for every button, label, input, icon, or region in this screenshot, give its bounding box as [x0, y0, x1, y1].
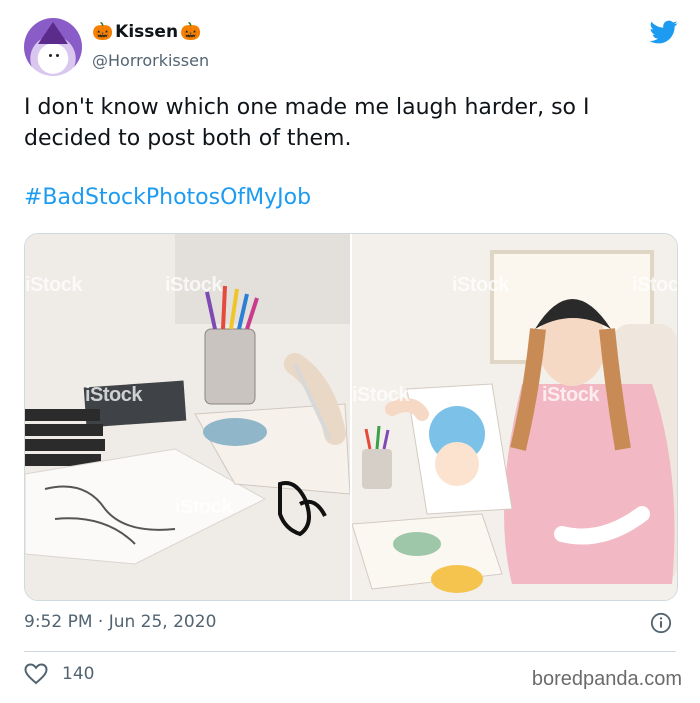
woman-with-drawing-illustration — [352, 234, 677, 600]
pumpkin-emoji: 🎃 — [92, 21, 114, 42]
info-icon[interactable] — [650, 612, 672, 634]
like-count: 140 — [62, 664, 95, 684]
watermark-text: iStock — [542, 384, 600, 406]
stock-photo-woman-drawing[interactable]: iStock iStock iStock iStock iStock — [352, 234, 677, 600]
watermark-text: iStock — [632, 274, 677, 296]
watermark-text: iStock — [175, 496, 233, 518]
divider — [24, 651, 676, 652]
watermark-text: iStock — [85, 384, 143, 406]
stock-photo-drawing-desk[interactable]: iStock iStock iStock iStock — [25, 234, 352, 600]
watermark-text: iStock — [352, 384, 410, 406]
tweet-text: I don't know which one made me laugh har… — [24, 95, 590, 151]
watermark-text: iStock — [25, 274, 83, 296]
witch-hat-graphic — [38, 22, 68, 44]
heart-icon[interactable] — [24, 663, 48, 685]
pumpkin-emoji: 🎃 — [180, 21, 202, 42]
author-handle[interactable]: @Horrorkissen — [92, 51, 209, 70]
source-watermark: boredpanda.com — [531, 668, 682, 690]
tweet-header: 🎃 Kissen 🎃 @Horrorkissen — [24, 18, 680, 78]
tweet-timestamp[interactable]: 9:52 PM · Jun 25, 2020 — [24, 612, 216, 632]
media-grid[interactable]: iStock iStock iStock iStock iStock iStoc… — [24, 233, 678, 601]
author-name[interactable]: 🎃 Kissen 🎃 — [92, 22, 201, 42]
like-stat[interactable]: 140 — [24, 663, 94, 685]
watermark-text: iStock — [165, 274, 223, 296]
author-display-name[interactable]: Kissen — [115, 22, 178, 42]
cat-graphic — [43, 48, 65, 66]
watermark-text: iStock — [452, 489, 510, 511]
avatar[interactable] — [24, 18, 82, 76]
watermark-text: iStock — [452, 274, 510, 296]
hashtag-link[interactable]: #BadStockPhotosOfMyJob — [24, 185, 311, 210]
twitter-bird-icon[interactable] — [648, 18, 680, 46]
